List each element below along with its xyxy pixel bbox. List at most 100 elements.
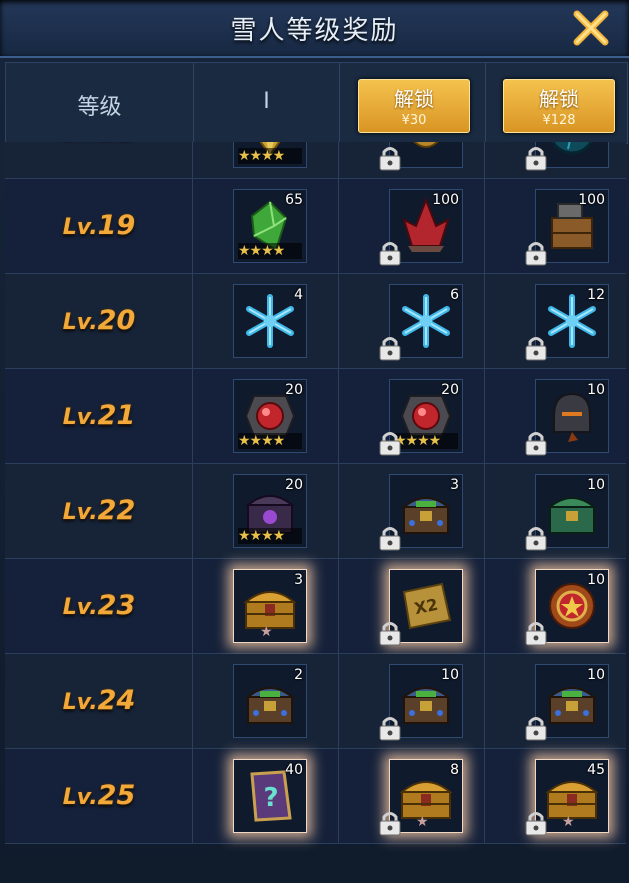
reward-cell[interactable]: 6 — [379, 284, 463, 361]
column-divider — [338, 749, 339, 843]
star-rating: ★ — [260, 624, 273, 640]
level-prefix: Lv. — [62, 595, 98, 620]
item-quantity: 10 — [587, 667, 605, 683]
lock-icon — [379, 622, 401, 646]
item-quantity: 45 — [587, 762, 605, 778]
free-tier-header: I — [194, 63, 340, 143]
reward-cell[interactable]: 100 — [379, 189, 463, 266]
level-label: Lv.25 — [5, 749, 193, 843]
reward-cell[interactable]: 10 — [525, 379, 609, 456]
table-row: Lv.25? 40 8 ★ 45 ★ — [5, 749, 626, 844]
table-header: 等级 I 解锁 ¥30 解锁 ¥128 — [5, 62, 628, 144]
star-rating: ★★★★ — [238, 148, 302, 164]
level-header: 等级 — [6, 63, 194, 143]
item-quantity: 10 — [441, 667, 459, 683]
reward-slot[interactable]: 20 ★★★★ — [233, 379, 307, 453]
column-divider — [484, 369, 485, 463]
item-quantity: 10 — [587, 477, 605, 493]
table-row: Lv.22 20 ★★★★ 3 10 — [5, 464, 626, 559]
reward-cell[interactable]: 100 — [525, 189, 609, 266]
reward-cell[interactable]: 2 — [233, 664, 307, 738]
reward-slot[interactable]: ? 40 — [233, 759, 307, 833]
reward-cell[interactable]: ★★★★ — [233, 142, 307, 168]
tier2-header: 解锁 ¥30 — [340, 63, 486, 143]
table-row: Lv.21 20 ★★★★ 20 ★★★★ 10 — [5, 369, 626, 464]
lock-icon — [379, 812, 401, 836]
column-divider — [484, 274, 485, 368]
table-row: Lv.19 65 ★★★★ 100 100 — [5, 179, 626, 274]
level-label: Lv.24 — [5, 654, 193, 748]
column-divider — [484, 654, 485, 748]
reward-cell[interactable]: 20 ★★★★ — [233, 474, 307, 548]
reward-cell[interactable]: 4 — [233, 284, 307, 358]
level-number: 22 — [97, 495, 136, 526]
reward-cell[interactable]: 10 — [525, 474, 609, 551]
close-button[interactable] — [571, 8, 611, 48]
reward-slot[interactable]: 3 ★ — [233, 569, 307, 643]
level-prefix: Lv. — [62, 215, 98, 240]
unlock-128-label: 解锁 — [539, 87, 579, 111]
reward-cell[interactable]: 10 — [525, 569, 609, 646]
reward-slot[interactable]: 20 ★★★★ — [233, 474, 307, 548]
free-tier-label: I — [263, 89, 270, 114]
snowflake-icon — [246, 294, 294, 348]
level-header-label: 等级 — [77, 95, 122, 120]
item-quantity: 2 — [294, 667, 303, 683]
table-row: Lv.24 2 10 10 — [5, 654, 626, 749]
star-rating: ★★★★ — [238, 243, 302, 259]
level-number: 19 — [97, 210, 136, 241]
level-prefix: Lv. — [62, 405, 98, 430]
lock-icon — [525, 812, 547, 836]
item-quantity: 12 — [587, 287, 605, 303]
reward-grid[interactable]: Lv.18★★★★120Lv.1965★★★★100100Lv.204612Lv… — [5, 142, 626, 883]
column-divider — [338, 559, 339, 653]
reward-cell[interactable]: 65 ★★★★ — [233, 189, 307, 263]
reward-cell[interactable]: 8 ★ — [379, 759, 463, 836]
unlock-128-button[interactable]: 解锁 ¥128 — [503, 79, 615, 133]
unlock-30-price: ¥30 — [401, 113, 427, 128]
svg-text:?: ? — [263, 783, 278, 813]
column-divider — [338, 142, 339, 178]
column-divider — [484, 179, 485, 273]
lock-icon — [525, 337, 547, 361]
reward-cell[interactable]: 20 ★★★★ — [233, 379, 307, 453]
reward-cell[interactable]: 3 — [379, 474, 463, 551]
reward-slot[interactable]: 4 — [233, 284, 307, 358]
item-quantity: 10 — [587, 382, 605, 398]
lock-icon — [379, 717, 401, 741]
level-number: 24 — [97, 685, 136, 716]
level-number: 23 — [97, 590, 136, 621]
reward-cell[interactable] — [525, 142, 609, 171]
item-quantity: 20 — [285, 477, 303, 493]
level-prefix: Lv. — [63, 142, 98, 145]
level-label: Lv.23 — [5, 559, 193, 653]
lock-icon — [525, 147, 547, 171]
item-quantity: 100 — [432, 192, 459, 208]
reward-slot[interactable]: 2 — [233, 664, 307, 738]
reward-slot[interactable]: ★★★★ — [233, 142, 307, 168]
unlock-128-price: ¥128 — [542, 113, 576, 128]
lock-icon — [379, 337, 401, 361]
star-rating: ★★★★ — [394, 433, 458, 449]
item-quantity: 40 — [285, 762, 303, 778]
snowflake-icon — [402, 294, 450, 348]
shield-icon — [413, 142, 439, 148]
unlock-30-button[interactable]: 解锁 ¥30 — [358, 79, 470, 133]
table-row: Lv.18 ★★★★ 120 — [5, 142, 626, 179]
lock-icon — [525, 432, 547, 456]
reward-cell[interactable]: 10 — [525, 664, 609, 741]
reward-cell[interactable]: 12 — [525, 284, 609, 361]
reward-cell[interactable]: X2 — [379, 569, 463, 646]
level-number: 25 — [97, 780, 136, 811]
column-divider — [338, 274, 339, 368]
reward-cell[interactable]: 45 ★ — [525, 759, 609, 836]
reward-slot[interactable]: 65 ★★★★ — [233, 189, 307, 263]
item-quantity: 65 — [285, 192, 303, 208]
reward-cell[interactable]: ? 40 — [233, 759, 307, 833]
level-number: 20 — [97, 305, 136, 336]
reward-cell[interactable]: 20 ★★★★ — [379, 379, 463, 456]
reward-cell[interactable]: 10 — [379, 664, 463, 741]
reward-cell[interactable]: 120 — [379, 142, 463, 171]
table-row: Lv.20 4 6 12 — [5, 274, 626, 369]
reward-cell[interactable]: 3 ★ — [233, 569, 307, 643]
